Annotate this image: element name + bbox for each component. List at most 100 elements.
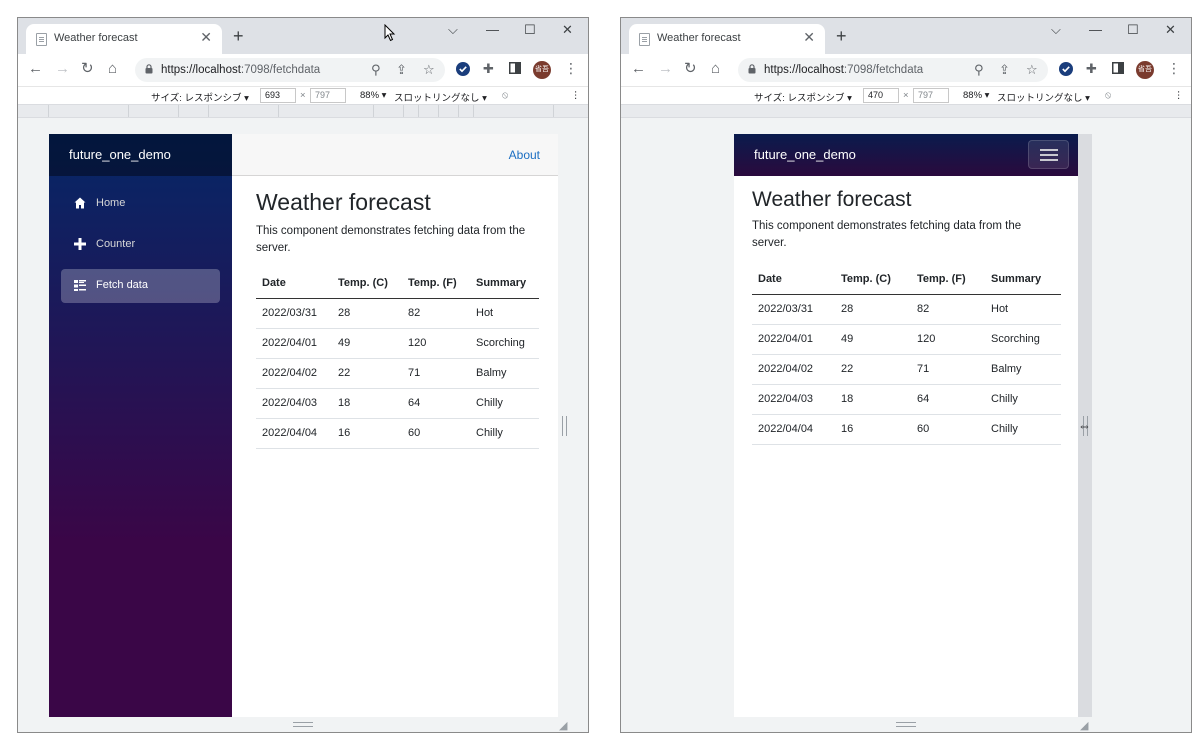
media-query-ruler[interactable]: [18, 104, 588, 118]
browser-toolbar: ← → ↻ ⌂ https://localhost:7098/fetchdata…: [621, 54, 1191, 86]
forecast-table: Date Temp. (C) Temp. (F) Summary 2022/03…: [256, 268, 539, 449]
device-height-input[interactable]: 797: [310, 88, 346, 103]
extensions-puzzle-icon[interactable]: ✚: [1086, 62, 1097, 76]
address-bar[interactable]: https://localhost:7098/fetchdata ⚲ ⇪ ☆: [738, 58, 1048, 82]
device-menu-icon[interactable]: ⋮: [1174, 90, 1184, 101]
rotate-icon[interactable]: ⦸: [1105, 90, 1111, 101]
navbar-toggler-button[interactable]: [1028, 140, 1069, 169]
table-row: 2022/03/31 28 82 Hot: [256, 298, 539, 329]
device-size-select[interactable]: サイズ: レスポンシブ ▾: [754, 90, 852, 104]
browser-menu-icon[interactable]: ⋮: [564, 61, 578, 76]
back-icon[interactable]: ←: [28, 61, 43, 76]
resize-cursor-icon: ⇔: [1078, 418, 1091, 433]
column-header: Temp. (C): [835, 264, 911, 295]
close-window-icon[interactable]: ✕: [562, 22, 573, 38]
forward-icon[interactable]: →: [658, 61, 673, 76]
page-content-mobile: future_one_demo Weather forecast This co…: [734, 134, 1078, 717]
page-favicon-icon: [36, 33, 47, 46]
column-header: Date: [256, 268, 332, 299]
extension-check-icon[interactable]: [456, 62, 470, 79]
mouse-cursor-icon: [384, 24, 396, 42]
zoom-select[interactable]: 88% ▾: [360, 90, 386, 101]
forward-icon[interactable]: →: [55, 61, 70, 76]
throttle-select[interactable]: スロットリングなし ▾: [997, 90, 1090, 104]
bookmark-star-icon[interactable]: ☆: [423, 62, 435, 78]
address-bar[interactable]: https://localhost:7098/fetchdata ⚲ ⇪ ☆: [135, 58, 445, 82]
profile-avatar[interactable]: 省吾: [1136, 61, 1154, 79]
resize-handle-right[interactable]: [562, 416, 567, 436]
minimize-icon[interactable]: —: [486, 22, 499, 37]
side-panel-icon[interactable]: [509, 62, 521, 77]
browser-window-desktop: Weather forecast ✕ + ⌵ — ☐ ✕ ← → ↻ ⌂ htt…: [17, 17, 589, 733]
dimension-separator: ×: [300, 90, 306, 101]
media-query-ruler[interactable]: [621, 104, 1191, 118]
device-size-select[interactable]: サイズ: レスポンシブ ▾: [151, 90, 249, 104]
brand-link[interactable]: future_one_demo: [754, 147, 856, 162]
home-icon: [74, 197, 86, 209]
sidebar-item-home[interactable]: Home: [61, 187, 220, 221]
extension-check-icon[interactable]: [1059, 62, 1073, 79]
page-title: Weather forecast: [256, 189, 431, 215]
resize-corner-icon[interactable]: ◢: [559, 719, 567, 732]
reload-icon[interactable]: ↻: [81, 61, 94, 76]
rotate-icon[interactable]: ⦸: [502, 90, 508, 101]
resize-handle-bottom[interactable]: [293, 722, 313, 727]
column-header: Summary: [470, 268, 539, 299]
top-row: About: [232, 134, 558, 176]
profile-avatar[interactable]: 省吾: [533, 61, 551, 79]
side-panel-icon[interactable]: [1112, 62, 1124, 77]
maximize-icon[interactable]: ☐: [524, 22, 536, 38]
device-height-input[interactable]: 797: [913, 88, 949, 103]
zoom-icon[interactable]: ⚲: [371, 62, 381, 78]
resize-corner-icon[interactable]: ◢: [1080, 719, 1088, 732]
forecast-table: Date Temp. (C) Temp. (F) Summary 2022/03…: [752, 264, 1061, 445]
table-row: 2022/04/03 18 64 Chilly: [752, 384, 1061, 415]
brand-link[interactable]: future_one_demo: [69, 147, 171, 162]
about-link[interactable]: About: [509, 148, 540, 162]
column-header: Temp. (F): [911, 264, 985, 295]
browser-menu-icon[interactable]: ⋮: [1167, 61, 1181, 76]
sidebar-item-label: Home: [96, 197, 126, 209]
device-menu-icon[interactable]: ⋮: [571, 90, 581, 101]
sidebar-item-counter[interactable]: Counter: [61, 228, 220, 262]
bookmark-star-icon[interactable]: ☆: [1026, 62, 1038, 78]
lock-icon: [748, 64, 756, 74]
back-icon[interactable]: ←: [631, 61, 646, 76]
tab-search-icon[interactable]: ⌵: [448, 22, 458, 38]
tab-search-icon[interactable]: ⌵: [1051, 22, 1061, 38]
home-browser-icon[interactable]: ⌂: [108, 61, 117, 76]
device-width-input[interactable]: 693: [260, 88, 296, 103]
home-browser-icon[interactable]: ⌂: [711, 61, 720, 76]
sidebar-item-label: Fetch data: [96, 279, 148, 291]
close-tab-icon[interactable]: ✕: [803, 29, 815, 46]
column-header: Temp. (F): [402, 268, 470, 299]
resize-handle-bottom[interactable]: [896, 722, 916, 727]
table-row: 2022/04/02 22 71 Balmy: [752, 354, 1061, 385]
close-window-icon[interactable]: ✕: [1165, 22, 1176, 38]
navbar-brand-area: future_one_demo: [49, 134, 232, 176]
device-viewport: future_one_demo Weather forecast This co…: [621, 118, 1191, 732]
browser-toolbar: ← → ↻ ⌂ https://localhost:7098/fetchdata…: [18, 54, 588, 86]
sidebar-item-fetch-data[interactable]: Fetch data: [61, 269, 220, 303]
share-icon[interactable]: ⇪: [396, 62, 407, 78]
reload-icon[interactable]: ↻: [684, 61, 697, 76]
close-tab-icon[interactable]: ✕: [200, 29, 212, 46]
device-toolbar: サイズ: レスポンシブ ▾ 470 × 797 88% ▾ スロットリングなし …: [621, 86, 1191, 104]
column-header: Temp. (C): [332, 268, 402, 299]
maximize-icon[interactable]: ☐: [1127, 22, 1139, 38]
table-header-row: Date Temp. (C) Temp. (F) Summary: [752, 264, 1061, 295]
browser-tab[interactable]: Weather forecast ✕: [26, 24, 222, 54]
new-tab-icon[interactable]: +: [836, 27, 847, 45]
zoom-icon[interactable]: ⚲: [974, 62, 984, 78]
zoom-select[interactable]: 88% ▾: [963, 90, 989, 101]
url-text: https://localhost:7098/fetchdata: [161, 64, 321, 76]
browser-tab[interactable]: Weather forecast ✕: [629, 24, 825, 54]
table-row: 2022/04/02 22 71 Balmy: [256, 358, 539, 389]
throttle-select[interactable]: スロットリングなし ▾: [394, 90, 487, 104]
extensions-puzzle-icon[interactable]: ✚: [483, 62, 494, 76]
minimize-icon[interactable]: —: [1089, 22, 1102, 37]
device-width-input[interactable]: 470: [863, 88, 899, 103]
new-tab-icon[interactable]: +: [233, 27, 244, 45]
table-row: 2022/04/03 18 64 Chilly: [256, 388, 539, 419]
share-icon[interactable]: ⇪: [999, 62, 1010, 78]
